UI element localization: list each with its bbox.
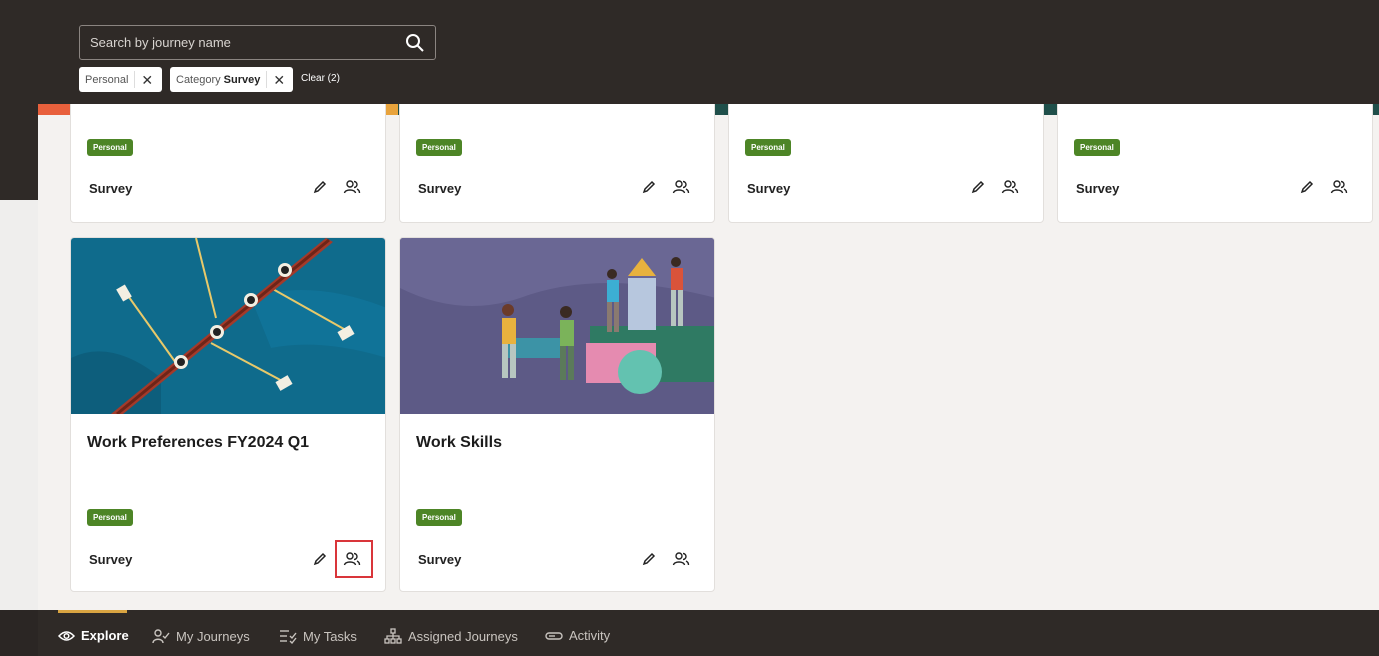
users-icon[interactable] (671, 549, 691, 569)
filter-chip-value: Survey (223, 73, 261, 86)
activity-icon (545, 631, 563, 640)
journey-card[interactable]: Personal Survey (399, 104, 715, 223)
filter-chip-label: Personal (85, 73, 129, 86)
users-icon[interactable] (1000, 177, 1020, 197)
filter-chip-label: Category (176, 73, 221, 86)
nav-label: Activity (569, 628, 611, 643)
personal-badge: Personal (87, 509, 133, 526)
nav-assigned-journeys[interactable]: Assigned Journeys (384, 628, 518, 644)
nav-label: My Journeys (176, 628, 250, 644)
users-icon[interactable] (342, 177, 362, 197)
edit-pencil-icon[interactable] (639, 177, 659, 197)
person-check-icon (152, 629, 170, 644)
journey-card[interactable]: Work Skills Personal Survey (399, 237, 715, 592)
journey-type: Survey (418, 181, 462, 196)
edit-pencil-icon[interactable] (310, 177, 330, 197)
left-background (0, 200, 38, 610)
journey-card[interactable]: Personal Survey (70, 104, 386, 223)
personal-badge: Personal (416, 509, 462, 526)
journey-type: Survey (89, 552, 133, 567)
journey-type: Survey (747, 181, 791, 196)
nav-explore[interactable]: Explore (58, 628, 129, 643)
journey-card[interactable]: Work Preferences FY2024 Q1 Personal Surv… (70, 237, 386, 592)
highlight-box (335, 540, 373, 578)
nav-label: Explore (81, 628, 129, 643)
users-icon[interactable] (671, 177, 691, 197)
rowing-boat-image (71, 238, 385, 414)
filter-chip-personal[interactable]: Personal ✕ (79, 67, 162, 92)
team-building-image (400, 238, 714, 414)
search-input[interactable]: Search by journey name (90, 35, 405, 50)
bottom-navigation: Explore My Journeys My Tasks Assigned Jo… (38, 610, 1379, 656)
nav-label: Assigned Journeys (408, 628, 518, 644)
personal-badge: Personal (1074, 139, 1120, 156)
clear-filters-link[interactable]: Clear (2) (301, 73, 340, 84)
search-icon[interactable] (405, 33, 425, 53)
hierarchy-icon (384, 628, 402, 644)
users-icon[interactable] (1329, 177, 1349, 197)
eye-icon (58, 630, 75, 641)
search-field[interactable]: Search by journey name (79, 25, 436, 60)
active-tab-indicator (58, 610, 127, 613)
nav-my-journeys[interactable]: My Journeys (152, 628, 250, 644)
personal-badge: Personal (87, 139, 133, 156)
nav-activity[interactable]: Activity (545, 628, 610, 643)
journey-grid: Personal Survey Personal Survey Personal… (38, 104, 1379, 611)
nav-my-tasks[interactable]: My Tasks (279, 628, 357, 644)
checklist-icon (280, 630, 297, 644)
close-icon[interactable]: ✕ (273, 73, 285, 87)
edit-pencil-icon[interactable] (968, 177, 988, 197)
journey-card[interactable]: Personal Survey (1057, 104, 1373, 223)
filter-chip-category[interactable]: Category Survey ✕ (170, 67, 293, 92)
edit-pencil-icon[interactable] (639, 549, 659, 569)
journey-type: Survey (418, 552, 462, 567)
close-icon[interactable]: ✕ (141, 73, 153, 87)
personal-badge: Personal (416, 139, 462, 156)
journey-title[interactable]: Work Preferences FY2024 Q1 (87, 434, 309, 452)
nav-label: My Tasks (303, 628, 357, 644)
edit-pencil-icon[interactable] (1297, 177, 1317, 197)
personal-badge: Personal (745, 139, 791, 156)
journey-type: Survey (1076, 181, 1120, 196)
journey-card[interactable]: Personal Survey (728, 104, 1044, 223)
edit-pencil-icon[interactable] (310, 549, 330, 569)
journey-title[interactable]: Work Skills (416, 434, 502, 452)
journey-type: Survey (89, 181, 133, 196)
